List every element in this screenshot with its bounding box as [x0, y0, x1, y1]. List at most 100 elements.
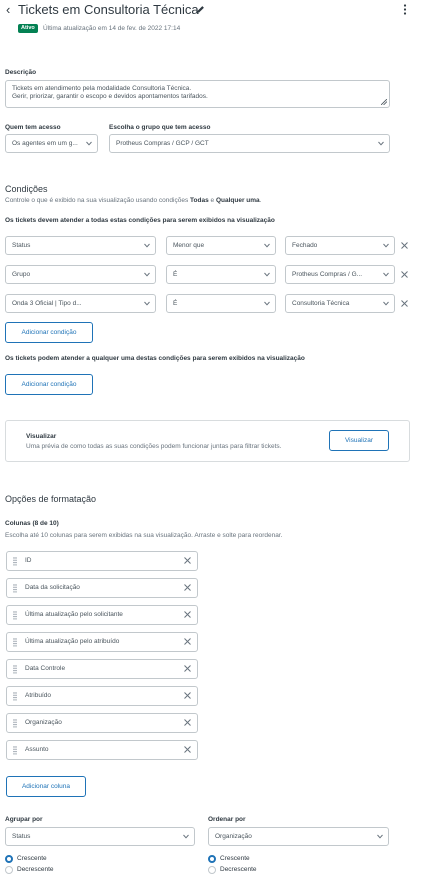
chevron-down-icon — [183, 834, 189, 839]
formatting-heading: Opções de formatação — [5, 494, 97, 504]
column-item[interactable]: Última atualização pelo solicitante — [6, 605, 198, 625]
chevron-down-icon — [86, 141, 92, 146]
remove-column-icon[interactable] — [184, 611, 191, 618]
preview-button[interactable]: Visualizar — [329, 430, 389, 451]
more-options-icon[interactable] — [403, 4, 407, 15]
order-by-label: Ordenar por — [208, 816, 246, 823]
order-descending-radio[interactable] — [208, 866, 216, 874]
chevron-down-icon — [144, 301, 150, 306]
remove-column-icon[interactable] — [184, 638, 191, 645]
add-column-button[interactable]: Adicionar coluna — [6, 776, 86, 797]
order-ascending-label: Crescente — [220, 855, 250, 862]
add-condition-all-button[interactable]: Adicionar condição — [5, 322, 93, 343]
remove-column-icon[interactable] — [184, 557, 191, 564]
remove-column-icon[interactable] — [184, 746, 191, 753]
add-condition-any-button[interactable]: Adicionar condição — [5, 374, 93, 395]
column-item-label: Atribuído — [25, 692, 52, 699]
group-ascending-radio[interactable] — [5, 855, 13, 863]
group-descending-label: Decrescente — [17, 866, 54, 873]
condition-operator-select[interactable]: É — [166, 265, 276, 284]
chevron-down-icon — [383, 243, 389, 248]
column-item-label: Data da solicitação — [25, 584, 80, 591]
chevron-down-icon — [378, 141, 384, 146]
column-item-label: Última atualização pelo solicitante — [25, 611, 123, 618]
order-descending-label: Decrescente — [220, 866, 257, 873]
pencil-icon[interactable] — [196, 5, 205, 14]
condition-field-select[interactable]: Onda 3 Oficial | Tipo d... — [5, 294, 156, 313]
remove-column-icon[interactable] — [184, 719, 191, 726]
description-line-2: Gerir, priorizar, garantir o escopo e de… — [12, 93, 208, 100]
drag-handle-icon[interactable] — [13, 692, 17, 701]
any-conditions-label: Os tickets podem atender a qualquer uma … — [5, 355, 305, 362]
condition-operator-select[interactable]: É — [166, 294, 276, 313]
chevron-down-icon — [383, 272, 389, 277]
description-line-1: Tickets em atendimento pela modalidade C… — [12, 85, 192, 92]
condition-value-select[interactable]: Protheus Compras / G... — [285, 265, 395, 284]
all-conditions-label: Os tickets devem atender a todas estas c… — [5, 217, 275, 224]
remove-column-icon[interactable] — [184, 584, 191, 591]
remove-condition-icon[interactable] — [401, 242, 408, 249]
chevron-down-icon — [144, 272, 150, 277]
column-item[interactable]: Organização — [6, 713, 198, 733]
back-arrow-icon[interactable]: ‹ — [6, 3, 10, 17]
preview-title: Visualizar — [26, 433, 57, 440]
resize-handle-icon[interactable] — [381, 99, 387, 105]
chevron-down-icon — [264, 243, 270, 248]
order-by-value: Organização — [215, 833, 252, 840]
drag-handle-icon[interactable] — [13, 665, 17, 674]
remove-column-icon[interactable] — [184, 665, 191, 672]
drag-handle-icon[interactable] — [13, 584, 17, 593]
columns-hint: Escolha até 10 colunas para serem exibid… — [5, 532, 283, 539]
column-item-label: Organização — [25, 719, 62, 726]
preview-card: Visualizar Uma prévia de como todas as s… — [5, 420, 410, 462]
group-access-value: Protheus Compras / GCP / GCT — [116, 140, 209, 147]
remove-condition-icon[interactable] — [401, 271, 408, 278]
condition-field-select[interactable]: Grupo — [5, 265, 156, 284]
conditions-hint: Controle o que é exibido na sua visualiz… — [5, 197, 262, 204]
column-item-label: Assunto — [25, 746, 49, 753]
condition-field-select[interactable]: Status — [5, 236, 156, 255]
description-textarea[interactable]: Tickets em atendimento pela modalidade C… — [5, 80, 390, 108]
column-item[interactable]: Data Controle — [6, 659, 198, 679]
group-by-label: Agrupar por — [5, 816, 43, 823]
column-item[interactable]: Assunto — [6, 740, 198, 760]
column-item-label: Última atualização pelo atribuído — [25, 638, 120, 645]
drag-handle-icon[interactable] — [13, 638, 17, 647]
drag-handle-icon[interactable] — [13, 719, 17, 728]
drag-handle-icon[interactable] — [13, 746, 17, 755]
who-has-access-label: Quem tem acesso — [5, 124, 61, 131]
chevron-down-icon — [144, 243, 150, 248]
page-title: Tickets em Consultoria Técnica — [18, 2, 199, 17]
drag-handle-icon[interactable] — [13, 557, 17, 566]
group-by-select[interactable]: Status — [5, 827, 195, 846]
group-descending-radio[interactable] — [5, 866, 13, 874]
drag-handle-icon[interactable] — [13, 611, 17, 620]
remove-column-icon[interactable] — [184, 692, 191, 699]
column-item[interactable]: Data da solicitação — [6, 578, 198, 598]
preview-hint: Uma prévia de como todas as suas condiçõ… — [26, 443, 282, 450]
last-updated-text: Última atualização em 14 de fev. de 2022… — [43, 25, 181, 32]
group-access-select[interactable]: Protheus Compras / GCP / GCT — [109, 134, 390, 153]
who-has-access-select[interactable]: Os agentes em um g... — [5, 134, 98, 153]
condition-value-select[interactable]: Consultoria Técnica — [285, 294, 395, 313]
remove-condition-icon[interactable] — [401, 300, 408, 307]
group-access-label: Escolha o grupo que tem acesso — [109, 124, 211, 131]
columns-label: Colunas (8 de 10) — [5, 520, 59, 527]
column-item-label: ID — [25, 557, 32, 564]
column-item[interactable]: Atribuído — [6, 686, 198, 706]
condition-value-select[interactable]: Fechado — [285, 236, 395, 255]
order-by-select[interactable]: Organização — [208, 827, 389, 846]
description-label: Descrição — [5, 69, 37, 76]
chevron-down-icon — [383, 301, 389, 306]
order-ascending-radio[interactable] — [208, 855, 216, 863]
group-ascending-label: Crescente — [17, 855, 47, 862]
column-item-label: Data Controle — [25, 665, 66, 672]
column-item[interactable]: ID — [6, 551, 198, 571]
status-badge: Ativo — [18, 24, 38, 33]
condition-operator-select[interactable]: Menor que — [166, 236, 276, 255]
chevron-down-icon — [264, 301, 270, 306]
who-has-access-value: Os agentes em um g... — [12, 140, 78, 147]
chevron-down-icon — [264, 272, 270, 277]
column-item[interactable]: Última atualização pelo atribuído — [6, 632, 198, 652]
chevron-down-icon — [377, 834, 383, 839]
